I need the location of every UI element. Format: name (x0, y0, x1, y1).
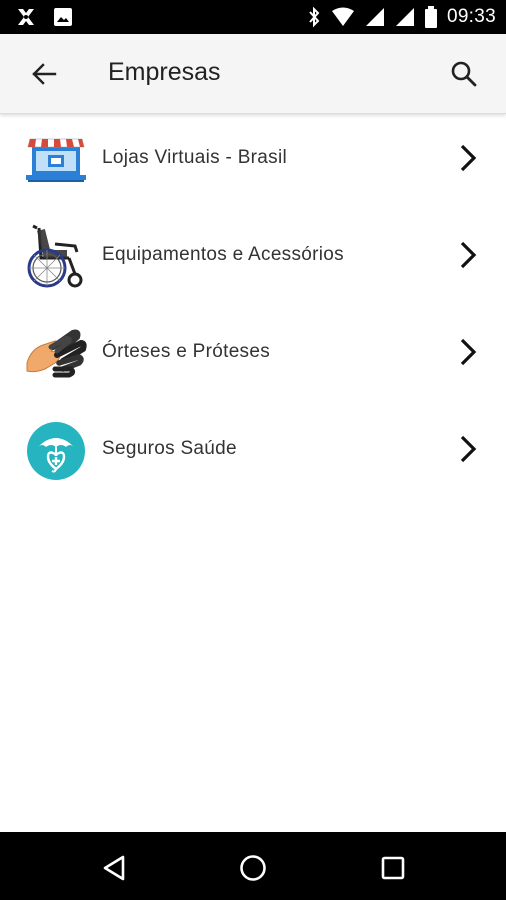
back-triangle-icon (103, 855, 125, 881)
back-button[interactable] (24, 56, 64, 92)
status-time: 09:33 (446, 6, 496, 27)
app-notification-icon (18, 9, 34, 25)
nav-home-button[interactable] (235, 850, 271, 886)
list-item-equipamentos[interactable]: Equipamentos e Acessórios (0, 211, 506, 308)
status-bar: 09:33 (0, 0, 506, 34)
nav-back-button[interactable] (96, 850, 132, 886)
app-bar: Empresas (0, 34, 506, 114)
list-item-label: Seguros Saúde (102, 438, 237, 459)
chevron-right-icon (460, 435, 477, 463)
company-category-list: Lojas Virtuais - Brasil Equipamentos e A… (0, 114, 506, 502)
list-item-label: Equipamentos e Acessórios (102, 244, 344, 265)
chevron-right-icon (460, 241, 477, 269)
storefront-icon (24, 128, 88, 192)
bluetooth-icon (309, 6, 320, 28)
home-circle-icon (240, 855, 266, 881)
list-item-orteses[interactable]: Órteses e Próteses (0, 308, 506, 405)
list-item-seguros-saude[interactable]: Seguros Saúde (0, 405, 506, 502)
system-nav-bar (0, 832, 506, 900)
nav-recents-button[interactable] (375, 850, 411, 886)
health-insurance-icon (24, 419, 88, 483)
signal-icon (365, 8, 384, 26)
arrow-back-icon (32, 63, 57, 85)
wheelchair-icon (24, 224, 88, 289)
search-button[interactable] (444, 54, 484, 94)
battery-icon (424, 6, 437, 28)
search-icon (451, 61, 477, 87)
page-title: Empresas (108, 58, 221, 86)
recents-square-icon (381, 856, 405, 880)
signal-icon (395, 8, 414, 26)
prosthetic-hand-icon (24, 322, 88, 386)
image-notification-icon (54, 8, 72, 26)
list-item-label: Órteses e Próteses (102, 341, 271, 362)
list-item-lojas-virtuais[interactable]: Lojas Virtuais - Brasil (0, 114, 506, 211)
chevron-right-icon (460, 144, 477, 172)
list-item-label: Lojas Virtuais - Brasil (102, 147, 288, 168)
wifi-icon (331, 7, 354, 26)
chevron-right-icon (460, 338, 477, 366)
